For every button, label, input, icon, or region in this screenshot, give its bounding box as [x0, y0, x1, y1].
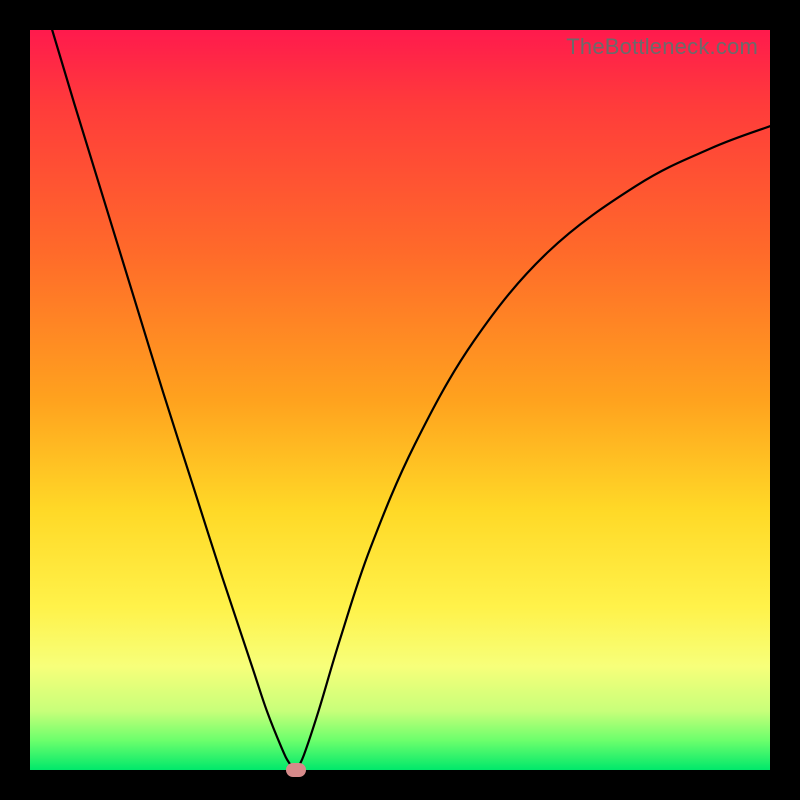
minimum-marker: [286, 763, 306, 777]
curve-path: [52, 30, 770, 770]
bottleneck-curve: [30, 30, 770, 770]
plot-area: TheBottleneck.com: [30, 30, 770, 770]
chart-frame: TheBottleneck.com: [0, 0, 800, 800]
